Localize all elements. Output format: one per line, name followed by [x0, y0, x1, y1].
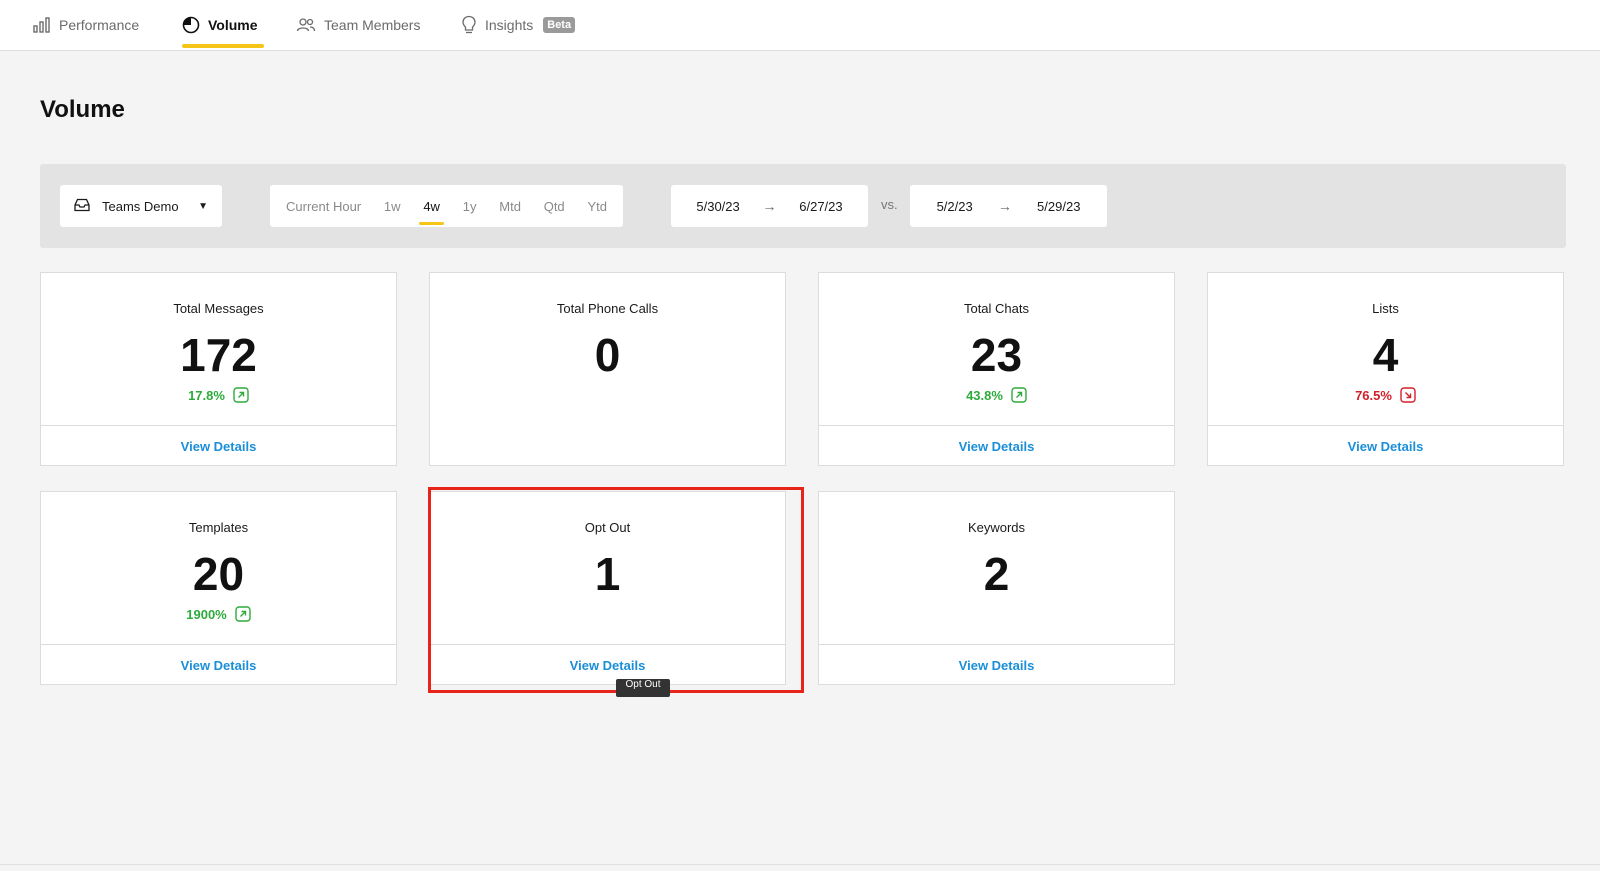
- view-details-link[interactable]: View Details: [819, 426, 1174, 466]
- team-select-label: Teams Demo: [102, 198, 179, 214]
- card-value: 4: [1372, 329, 1399, 381]
- active-tab-indicator: [182, 44, 264, 48]
- change-percent: 76.5%: [1355, 387, 1392, 403]
- card-label: Keywords: [967, 520, 1026, 535]
- footer-divider: [0, 864, 1600, 865]
- compare-start-date[interactable]: 5/2/23: [937, 199, 973, 214]
- view-details-link[interactable]: View Details: [41, 426, 396, 466]
- trend-up-icon: [233, 387, 249, 403]
- top-navigation: Performance Volume Team Members Insights…: [0, 0, 1600, 51]
- card-label: Total Phone Calls: [556, 301, 659, 316]
- lightbulb-icon: [461, 15, 477, 35]
- period-mtd[interactable]: Mtd: [495, 199, 525, 214]
- arrow-right-icon: →: [762, 198, 777, 214]
- change-percent: 1900%: [186, 606, 227, 622]
- period-current-hour[interactable]: Current Hour: [282, 199, 365, 214]
- compare-end-date[interactable]: 5/29/23: [1037, 199, 1080, 214]
- card-value: 172: [180, 329, 257, 381]
- beta-badge: Beta: [543, 17, 576, 33]
- card-change: 76.5%: [1208, 387, 1563, 403]
- period-4w[interactable]: 4w: [419, 199, 444, 225]
- tab-label: Insights: [485, 17, 534, 33]
- change-percent: 43.8%: [966, 387, 1003, 403]
- change-percent: 17.8%: [188, 387, 225, 403]
- caret-down-icon: ▼: [198, 200, 208, 212]
- tab-label: Volume: [208, 17, 258, 33]
- bar-chart-icon: [33, 17, 51, 33]
- card-value: 1: [594, 548, 621, 600]
- card-label: Total Messages: [173, 301, 264, 316]
- view-details-link[interactable]: View Details: [41, 645, 396, 685]
- view-details-link[interactable]: View Details: [1208, 426, 1563, 466]
- card-value: 0: [594, 329, 621, 381]
- tooltip: Opt Out: [616, 679, 670, 697]
- users-icon: [296, 17, 316, 33]
- team-select[interactable]: Teams Demo ▼: [60, 185, 222, 227]
- filter-bar: Teams Demo ▼ Current Hour 1w 4w 1y Mtd Q…: [40, 164, 1566, 248]
- view-details-link[interactable]: View Details: [430, 645, 785, 685]
- period-selector: Current Hour 1w 4w 1y Mtd Qtd Ytd: [270, 185, 623, 227]
- tab-label: Team Members: [324, 17, 421, 33]
- view-details-link[interactable]: View Details: [819, 645, 1174, 685]
- card-change: 1900%: [41, 606, 396, 622]
- date-range-picker[interactable]: 5/30/23 → 6/27/23: [671, 185, 868, 227]
- card-total-phone-calls: Total Phone Calls 0: [429, 272, 786, 466]
- tab-performance[interactable]: Performance: [33, 0, 139, 50]
- period-1y[interactable]: 1y: [459, 199, 481, 214]
- card-label: Opt Out: [584, 520, 631, 535]
- card-value: 23: [970, 329, 1023, 381]
- period-qtd[interactable]: Qtd: [540, 199, 569, 214]
- card-value: 20: [192, 548, 245, 600]
- card-templates: Templates 20 1900% View Details: [40, 491, 397, 685]
- period-ytd[interactable]: Ytd: [583, 199, 611, 214]
- tab-team-members[interactable]: Team Members: [296, 0, 420, 50]
- card-lists: Lists 4 76.5% View Details: [1207, 272, 1564, 466]
- card-change: 43.8%: [819, 387, 1174, 403]
- range-start-date[interactable]: 5/30/23: [696, 199, 739, 214]
- tab-label: Performance: [59, 17, 140, 33]
- card-label: Lists: [1372, 301, 1399, 316]
- range-end-date[interactable]: 6/27/23: [799, 199, 842, 214]
- card-opt-out: Opt Out 1 View Details: [429, 491, 786, 685]
- trend-up-icon: [235, 606, 251, 622]
- trend-down-icon: [1400, 387, 1416, 403]
- card-value: 2: [983, 548, 1010, 600]
- card-total-chats: Total Chats 23 43.8% View Details: [818, 272, 1175, 466]
- card-label: Templates: [188, 520, 249, 535]
- tab-volume[interactable]: Volume: [182, 0, 258, 50]
- inbox-icon: [74, 198, 90, 215]
- vs-label: vs.: [881, 197, 898, 212]
- trend-up-icon: [1011, 387, 1027, 403]
- card-change: 17.8%: [41, 387, 396, 403]
- arrow-right-icon: →: [997, 198, 1012, 214]
- page-title: Volume: [40, 96, 125, 123]
- card-keywords: Keywords 2 View Details: [818, 491, 1175, 685]
- card-total-messages: Total Messages 172 17.8% View Details: [40, 272, 397, 466]
- period-1w[interactable]: 1w: [380, 199, 405, 214]
- card-label: Total Chats: [963, 301, 1030, 316]
- compare-range-picker[interactable]: 5/2/23 → 5/29/23: [910, 185, 1107, 227]
- pie-chart-icon: [182, 16, 200, 34]
- tab-insights[interactable]: Insights Beta: [461, 0, 576, 50]
